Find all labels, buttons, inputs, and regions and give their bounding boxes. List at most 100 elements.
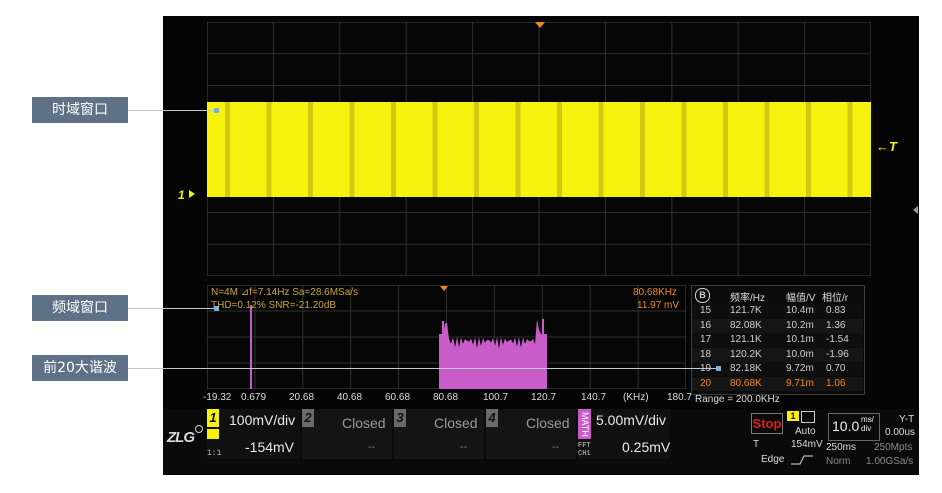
waveform-density-stripe [557, 102, 562, 197]
harmonic-row: 16 82.08K 10.2m 1.36 [692, 318, 863, 333]
waveform-density-stripe [806, 102, 811, 197]
trigger-type-letter: T [753, 439, 760, 450]
callout-harmonics-leader [128, 368, 718, 369]
ch4-status: Closed [526, 415, 570, 431]
ch3-offset: -- [460, 441, 468, 453]
ch2-number: 2 [302, 409, 314, 427]
fft-x-tick: (KHz) [623, 392, 649, 403]
ch1-scale: 100mV/div [229, 412, 296, 428]
ch2-offset: -- [368, 441, 376, 453]
display-mode: Y-T [899, 414, 915, 425]
trigger-mode: Auto [795, 426, 816, 437]
callout-harmonics-dot [716, 366, 721, 371]
waveform-density-stripe [266, 102, 272, 197]
fft-x-tick: 100.7 [483, 392, 509, 403]
callout-frequency-dot [214, 306, 219, 311]
marker-frequency: 80.68KHz [633, 287, 677, 298]
math-source-fft: FFT [578, 442, 591, 450]
timebase-unit-bottom: div [861, 424, 872, 433]
fft-x-axis-ticks: -19.32 0.679 20.68 40.68 60.68 80.68 100.7 120.… [163, 392, 693, 406]
acquisition-time: 250ms [826, 442, 857, 453]
timebase-settings[interactable]: 10.0 ms/ div Y-T 0.00us 250ms 250Mpts No… [826, 409, 919, 475]
header-phase: 相位/r [822, 293, 849, 304]
table-channel-icon: B [695, 288, 710, 303]
fft-x-tick: 0.679 [241, 392, 267, 403]
run-stop-status[interactable]: Stop [751, 413, 783, 434]
waveform-density-stripe [308, 102, 313, 197]
math-source-ch1: CH1 [578, 450, 591, 458]
memory-depth: 250Mpts [874, 442, 913, 453]
trigger-level-label: ←T [876, 139, 897, 154]
callout-top20-harmonics: 前20大谐波 [32, 355, 128, 381]
waveform-density-stripe [349, 102, 355, 197]
harmonic-row: 20 80.68K 9.71m 1.06 [692, 377, 863, 391]
fft-x-tick: 120.7 [531, 392, 557, 403]
waveform-density-stripe [598, 102, 604, 197]
ch4-offset: -- [552, 441, 560, 453]
ch2-status: Closed [342, 415, 386, 431]
header-frequency: 频率/Hz [730, 293, 765, 304]
trigger-position-marker [535, 22, 545, 28]
fft-x-tick: 40.68 [337, 392, 363, 403]
harmonic-row: 17 121.1K 10.1m -1.54 [692, 333, 863, 348]
fft-info-line1: N=4M ⊿f=7.14Hz Sa=28.6MSa/s [211, 287, 359, 298]
timebase-unit-top: ms/ [861, 415, 874, 424]
callout-time-window: 时域窗口 [32, 97, 128, 123]
math-tag: MATH [578, 409, 591, 439]
oscilloscope-screen: ←T 1 N=4M ⊿f=7.14Hz Sa=28.6MSa/s THD=0.1… [163, 16, 919, 475]
fft-x-tick: 60.68 [385, 392, 411, 403]
trigger-level: 154mV [791, 439, 823, 450]
side-panel-toggle-icon[interactable] [913, 206, 918, 214]
waveform-density-stripe [681, 102, 687, 197]
rising-edge-icon [791, 455, 813, 465]
ch4-number: 4 [486, 409, 498, 427]
fft-info-line2: THD=0.12% SNR=-21.20dB [211, 300, 337, 311]
trigger-menu-icon [801, 411, 815, 423]
waveform-density-stripe [764, 102, 770, 197]
fft-x-tick: 180.7 [667, 392, 693, 403]
waveform-density-stripe [432, 102, 438, 197]
ch3-status: Closed [434, 415, 478, 431]
waveform-density-stripe [723, 102, 728, 197]
timebase-value: 10.0 [832, 418, 860, 434]
fft-x-tick: 80.68 [433, 392, 459, 403]
marker-amplitude: 11.97 mV [637, 300, 680, 311]
waveform-density-stripe [225, 102, 230, 197]
ch4-settings[interactable]: 4 Closed -- [486, 409, 576, 459]
fft-range: Range = 200.0KHz [695, 394, 780, 405]
horizontal-delay: 0.00us [885, 427, 916, 438]
waveform-density-stripe [391, 102, 396, 197]
ch1-coupling-icon [207, 429, 219, 439]
ch1-waveform-envelope [207, 102, 871, 197]
trigger-source-channel: 1 [787, 411, 799, 421]
callout-time-dot [214, 108, 219, 113]
ch1-offset: -154mV [245, 439, 295, 455]
waveform-density-stripe [847, 102, 853, 197]
trigger-settings[interactable]: Stop 1 Auto T 154mV Edge [751, 409, 826, 475]
registered-icon [195, 425, 203, 433]
acquisition-mode: Norm [826, 456, 851, 467]
sample-rate: 1.00GSa/s [866, 456, 914, 467]
header-amplitude: 幅值/V [786, 293, 816, 304]
ch1-number: 1 [207, 409, 219, 427]
math-offset: 0.25mV [622, 439, 671, 455]
callout-frequency-window: 频域窗口 [32, 295, 128, 321]
math-settings[interactable]: MATH FFT CH1 5.00mV/div 0.25mV [578, 409, 670, 459]
ch3-number: 3 [394, 409, 406, 427]
callout-frequency-leader [128, 308, 216, 309]
fft-marker-indicator [440, 286, 448, 291]
ch1-position-marker: 1 [178, 188, 185, 202]
harmonic-row: 15 121.7K 10.4m 0.83 [692, 304, 863, 318]
harmonic-row: 18 120.2K 10.0m -1.96 [692, 347, 863, 362]
ch1-settings[interactable]: 1 1:1 100mV/div -154mV [207, 409, 300, 459]
ch1-arrow-icon [189, 190, 195, 198]
callout-time-leader [128, 110, 216, 111]
waveform-density-stripe [515, 102, 521, 197]
time-domain-grid [207, 22, 871, 276]
zlg-logo: ZLG [167, 429, 195, 446]
harmonics-table: B 频率/Hz 幅值/V 相位/r 15 121.7K 10.4m 0.83 16 82.… [691, 285, 865, 395]
ch1-probe-ratio: 1:1 [207, 449, 222, 458]
waveform-density-stripe [640, 102, 645, 197]
ch2-settings[interactable]: 2 Closed -- [302, 409, 392, 459]
ch3-settings[interactable]: 3 Closed -- [394, 409, 484, 459]
